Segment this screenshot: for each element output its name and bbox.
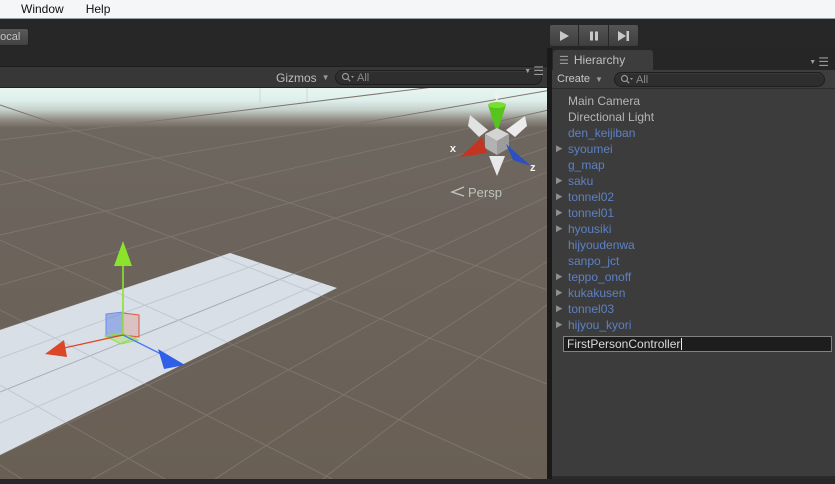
create-label: Create xyxy=(557,73,591,85)
hierarchy-item[interactable]: ▶den_keijiban xyxy=(552,125,835,141)
expand-arrow-icon[interactable]: ▶ xyxy=(552,300,564,318)
hierarchy-item[interactable]: ▶Main Camera xyxy=(552,93,835,109)
gizmos-label: Gizmos xyxy=(276,70,317,85)
hierarchy-item-label: kukakusen xyxy=(568,286,626,300)
hierarchy-item[interactable]: ▶ kukakusen xyxy=(552,285,835,301)
pause-button[interactable] xyxy=(579,24,609,47)
step-button[interactable] xyxy=(609,24,639,47)
create-dropdown[interactable]: Create ▼ xyxy=(557,71,603,87)
hierarchy-item-label: hijyou_kyori xyxy=(568,318,632,332)
expand-arrow-icon[interactable]: ▶ xyxy=(552,220,564,238)
hierarchy-item[interactable]: ▶ hijyou_kyori xyxy=(552,317,835,333)
hierarchy-item[interactable]: ▶g_map xyxy=(552,157,835,173)
hierarchy-item[interactable]: ▶hijyoudenwa xyxy=(552,237,835,253)
hierarchy-item[interactable]: ▶ tonnel02 xyxy=(552,189,835,205)
hierarchy-tab-label: Hierarchy xyxy=(573,53,626,67)
play-button[interactable] xyxy=(549,24,579,47)
tab-hierarchy[interactable]: ☰ Hierarchy xyxy=(553,50,653,70)
expand-arrow-icon[interactable]: ▶ xyxy=(552,204,564,222)
hierarchy-toolbar: Create ▼ All xyxy=(552,70,835,89)
hierarchy-item[interactable]: ▶Directional Light xyxy=(552,109,835,125)
hierarchy-item-label: saku xyxy=(568,174,594,188)
hierarchy-panel-menu-icon[interactable]: ▼ ☰ xyxy=(809,56,829,68)
menu-window[interactable]: Window xyxy=(10,0,75,18)
hierarchy-list-icon: ☰ xyxy=(559,54,569,67)
hierarchy-item[interactable]: ▶sanpo_jct xyxy=(552,253,835,269)
expand-arrow-icon[interactable]: ▶ xyxy=(552,140,564,158)
hierarchy-search-placeholder: All xyxy=(636,73,649,86)
hierarchy-search-input[interactable]: All xyxy=(614,72,825,87)
hierarchy-item[interactable]: ▶ saku xyxy=(552,173,835,189)
hierarchy-item[interactable]: ▶ teppo_onoff xyxy=(552,269,835,285)
step-icon xyxy=(618,30,629,41)
search-icon xyxy=(620,74,633,84)
local-pivot-button[interactable]: Local xyxy=(0,28,30,46)
menu-help[interactable]: Help xyxy=(75,0,122,18)
hierarchy-item-label: tonnel03 xyxy=(568,302,615,316)
play-controls xyxy=(549,24,639,47)
hierarchy-item-label: teppo_onoff xyxy=(568,270,632,284)
yz-plane-handle[interactable] xyxy=(122,312,140,338)
expand-arrow-icon[interactable]: ▶ xyxy=(552,284,564,302)
hierarchy-item-label: Main Camera xyxy=(568,94,641,108)
scene-search-placeholder: All xyxy=(357,71,370,84)
axis-label-y: y xyxy=(494,90,501,102)
hierarchy-item-label: Directional Light xyxy=(568,110,655,124)
menubar: Window Help xyxy=(0,0,835,19)
hierarchy-item-label: tonnel02 xyxy=(568,190,615,204)
scene-3d-render: y x z Persp xyxy=(0,37,835,484)
hierarchy-item-label: den_keijiban xyxy=(568,126,636,140)
expand-arrow-icon[interactable]: ▶ xyxy=(552,268,564,286)
hierarchy-item[interactable]: ▶ tonnel03 xyxy=(552,301,835,317)
sky-horizon xyxy=(0,88,547,128)
hierarchy-panel: ☰ Hierarchy ▼☰ Create ▼ All ▶Main Camera… xyxy=(552,48,835,479)
hierarchy-item[interactable]: ▶ hyousiki xyxy=(552,221,835,237)
gizmos-dropdown[interactable]: Gizmos ▼ xyxy=(276,69,330,86)
search-icon xyxy=(341,72,354,82)
expand-arrow-icon[interactable]: ▶ xyxy=(552,172,564,190)
hierarchy-list: ▶Main Camera▶Directional Light▶den_keiji… xyxy=(552,89,835,479)
rename-input[interactable]: FirstPersonController xyxy=(563,336,832,352)
scene-view-toolbar: Gizmos ▼ All ▼ ☰ xyxy=(0,65,547,88)
axis-label-z: z xyxy=(530,162,536,174)
chevron-down-icon: ▼ xyxy=(321,73,330,82)
hierarchy-item-label: tonnel01 xyxy=(568,206,615,220)
hierarchy-item-label: hyousiki xyxy=(568,222,612,236)
hierarchy-item-label: syoumei xyxy=(568,142,613,156)
hierarchy-item-label: g_map xyxy=(568,158,605,172)
pause-icon xyxy=(589,31,598,40)
expand-arrow-icon[interactable]: ▶ xyxy=(552,316,564,334)
axis-label-x: x xyxy=(450,143,457,155)
hierarchy-item[interactable]: ▶ tonnel01 xyxy=(552,205,835,221)
hierarchy-item-label: hijyoudenwa xyxy=(568,238,635,252)
rename-input-value: FirstPersonController xyxy=(567,337,681,351)
hierarchy-item[interactable]: ▶ syoumei xyxy=(552,141,835,157)
text-cursor xyxy=(681,338,683,350)
expand-arrow-icon[interactable]: ▶ xyxy=(552,188,564,206)
chevron-down-icon: ▼ xyxy=(595,74,603,84)
scene-search-input[interactable]: All xyxy=(335,70,542,85)
hierarchy-tabrow: ☰ Hierarchy ▼ ☰ xyxy=(552,48,835,70)
scene-viewport[interactable]: y x z Persp xyxy=(0,37,835,484)
hierarchy-item-label: sanpo_jct xyxy=(568,254,620,268)
scene-panel-menu-icon[interactable]: ▼ ☰ xyxy=(524,65,544,77)
play-icon xyxy=(560,30,569,41)
persp-label[interactable]: Persp xyxy=(468,185,502,200)
